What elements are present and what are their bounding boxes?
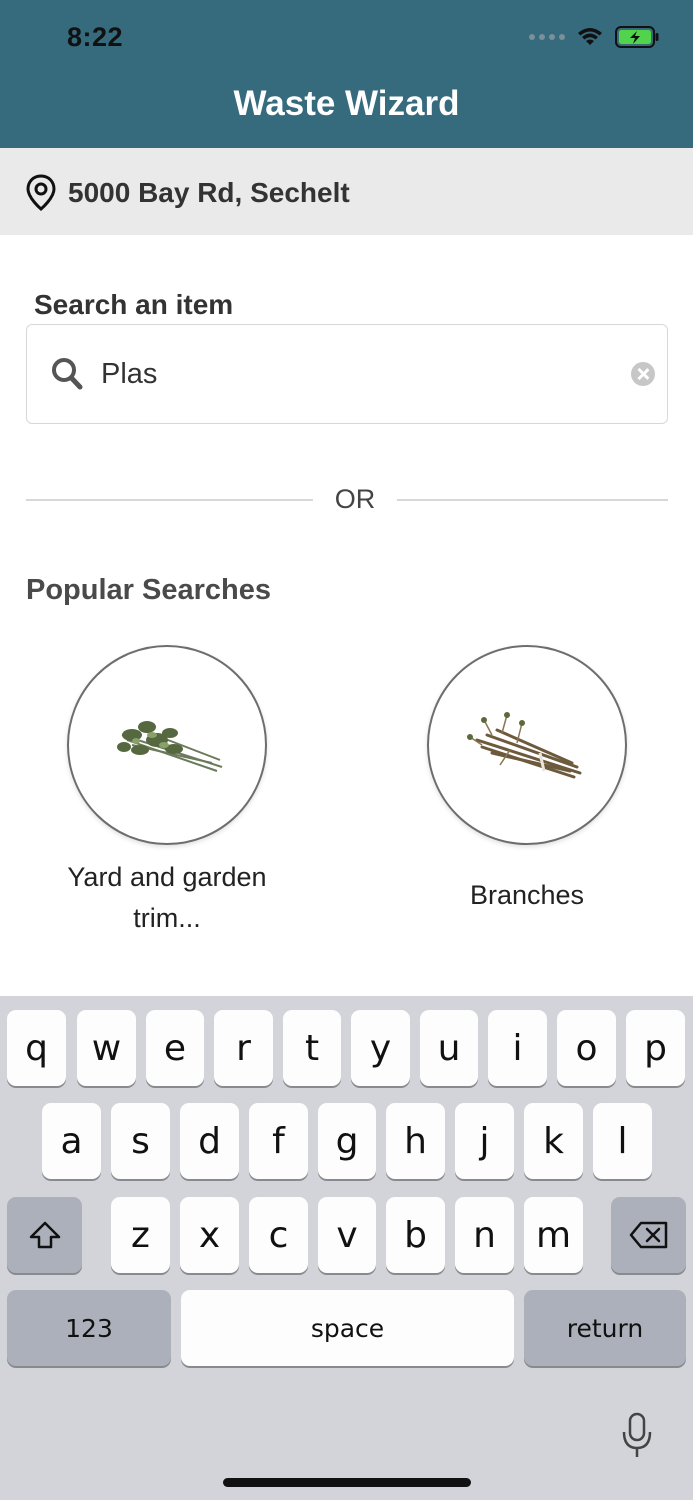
microphone-icon[interactable] <box>621 1412 653 1465</box>
clear-search-icon[interactable] <box>631 362 655 386</box>
key-a[interactable]: a <box>42 1103 101 1179</box>
space-key[interactable]: space <box>181 1290 514 1366</box>
numbers-key[interactable]: 123 <box>7 1290 171 1366</box>
key-b[interactable]: b <box>386 1197 445 1273</box>
location-bar[interactable]: 5000 Bay Rd, Sechelt <box>0 148 693 235</box>
key-e[interactable]: e <box>146 1010 204 1086</box>
or-divider-text: OR <box>334 484 376 514</box>
app-title: Waste Wizard <box>233 84 460 123</box>
home-indicator <box>223 1478 471 1487</box>
key-p[interactable]: p <box>626 1010 685 1086</box>
search-icon <box>51 357 83 396</box>
key-u[interactable]: u <box>420 1010 478 1086</box>
popular-item-label: Yard and garden trim... <box>67 862 267 933</box>
key-f[interactable]: f <box>249 1103 308 1179</box>
search-input[interactable] <box>101 349 601 399</box>
key-q[interactable]: q <box>7 1010 66 1086</box>
key-t[interactable]: t <box>283 1010 341 1086</box>
key-o[interactable]: o <box>557 1010 616 1086</box>
key-g[interactable]: g <box>318 1103 376 1179</box>
search-box[interactable] <box>26 324 668 424</box>
key-x[interactable]: x <box>180 1197 239 1273</box>
popular-item-branches[interactable]: Branches <box>417 645 637 916</box>
key-l[interactable]: l <box>593 1103 652 1179</box>
key-i[interactable]: i <box>488 1010 547 1086</box>
popular-item-yard-trimmings[interactable]: Yard and garden trim... <box>57 645 277 938</box>
key-k[interactable]: k <box>524 1103 583 1179</box>
return-key[interactable]: return <box>524 1290 686 1366</box>
popular-item-label: Branches <box>469 880 585 910</box>
key-c[interactable]: c <box>249 1197 308 1273</box>
location-address: 5000 Bay Rd, Sechelt <box>68 177 350 208</box>
shift-arrow-icon <box>29 1221 60 1249</box>
key-y[interactable]: y <box>351 1010 410 1086</box>
cellular-signal-icon <box>529 34 565 40</box>
backspace-icon <box>629 1221 667 1249</box>
key-r[interactable]: r <box>214 1010 273 1086</box>
status-indicators <box>529 26 659 48</box>
location-pin-icon <box>25 174 57 217</box>
key-w[interactable]: w <box>77 1010 136 1086</box>
key-s[interactable]: s <box>111 1103 170 1179</box>
yard-trimmings-image <box>67 645 267 845</box>
popular-searches-title: Popular Searches <box>26 574 271 606</box>
key-d[interactable]: d <box>180 1103 239 1179</box>
key-h[interactable]: h <box>386 1103 445 1179</box>
search-label: Search an item <box>34 289 234 320</box>
key-n[interactable]: n <box>455 1197 514 1273</box>
app-header: 8:22 Waste Wizard <box>0 0 693 148</box>
branches-image <box>427 645 627 845</box>
backspace-key[interactable] <box>611 1197 686 1273</box>
status-time: 8:22 <box>67 22 124 52</box>
key-v[interactable]: v <box>318 1197 376 1273</box>
key-m[interactable]: m <box>524 1197 583 1273</box>
shift-key[interactable] <box>7 1197 82 1273</box>
key-z[interactable]: z <box>111 1197 170 1273</box>
battery-icon <box>615 26 659 48</box>
divider-line-right <box>397 499 668 501</box>
divider-line-left <box>26 499 313 501</box>
key-j[interactable]: j <box>455 1103 514 1179</box>
wifi-icon <box>577 27 603 47</box>
